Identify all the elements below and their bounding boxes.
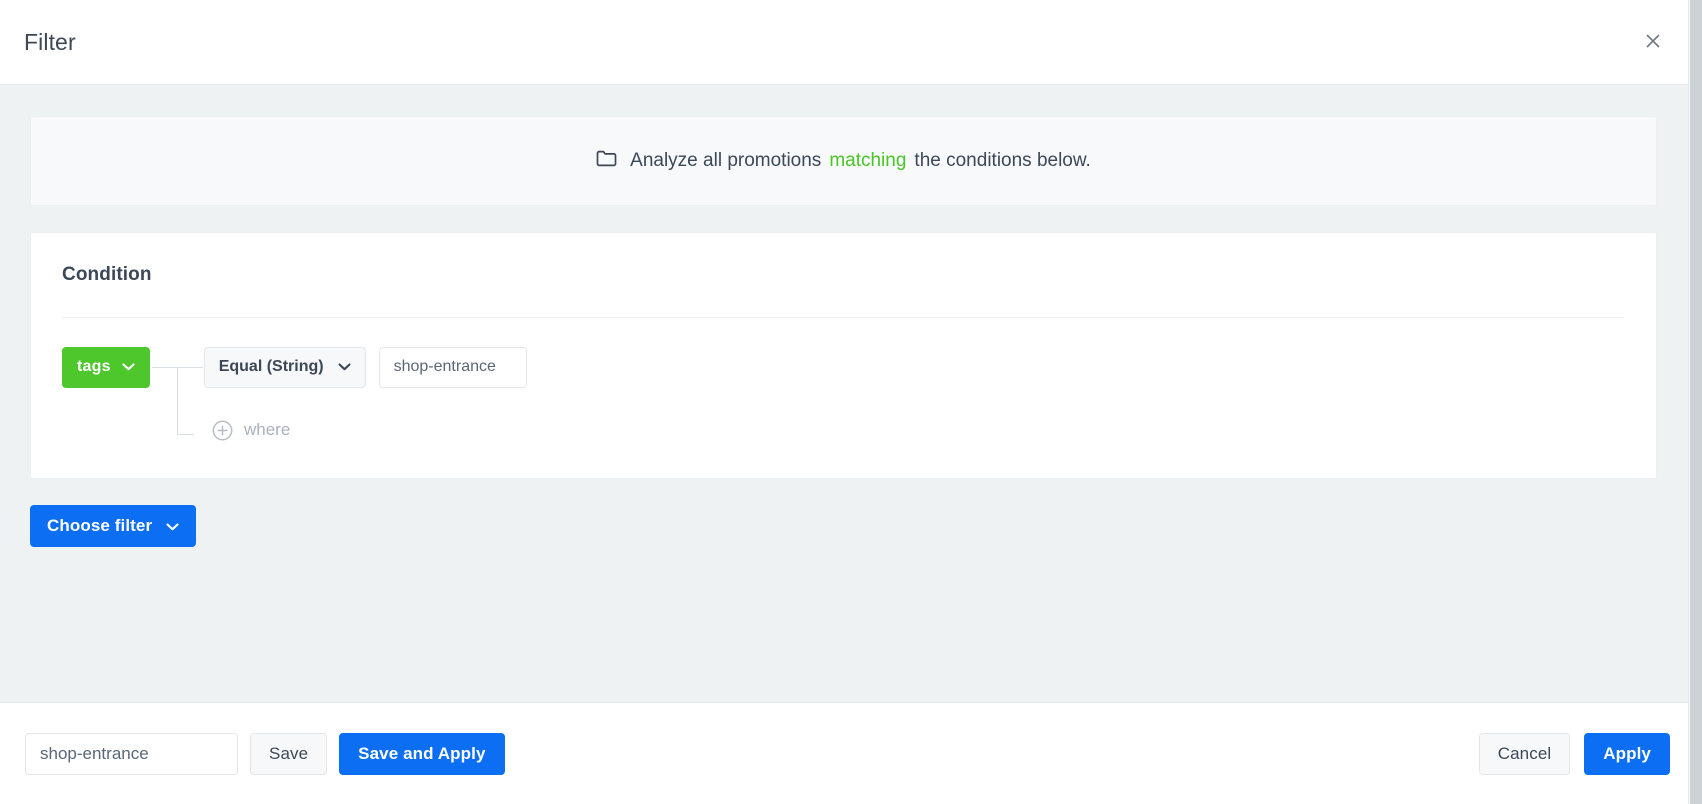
condition-value-input[interactable] [378,346,527,388]
field-selector-tags[interactable]: tags [62,346,150,388]
dialog-footer: Save Save and Apply Cancel Apply [0,702,1702,804]
rule-row: tags Equal (String) [62,346,1624,435]
close-button[interactable] [1636,25,1670,59]
vertical-scrollbar[interactable] [1688,0,1702,804]
filter-name-input[interactable] [25,732,238,775]
chevron-down-icon [122,358,135,376]
banner-content: Analyze all promotions matching the cond… [596,149,1091,174]
folder-icon [596,149,617,174]
banner-highlight: matching [829,150,907,171]
connector-foot-line [176,433,194,435]
operator-select[interactable]: Equal (String) [203,346,366,388]
dialog-header: Filter [0,0,1702,85]
chevron-down-icon [166,516,179,536]
connector-vertical-line [176,366,178,434]
choose-filter-button[interactable]: Choose filter [30,505,197,547]
close-icon [1643,31,1663,54]
footer-right-group: Cancel Apply [1478,732,1670,775]
dialog-body: Analyze all promotions matching the cond… [0,85,1702,702]
scrollbar-thumb[interactable] [1690,0,1702,804]
cancel-button[interactable]: Cancel [1478,732,1571,775]
banner-text-before: Analyze all promotions [630,150,822,171]
save-and-apply-button[interactable]: Save and Apply [339,732,505,775]
apply-button[interactable]: Apply [1584,732,1670,775]
banner-text: Analyze all promotions matching the cond… [630,150,1091,172]
choose-filter-label: Choose filter [47,516,153,535]
banner-text-after: the conditions below. [914,150,1091,171]
filter-scope-banner: Analyze all promotions matching the cond… [30,116,1657,206]
add-condition-label[interactable]: where [244,420,290,440]
page-title: Filter [24,28,76,55]
condition-card: Condition tags Equal (String) shop-entra… [30,232,1657,479]
rule-connector [150,347,204,435]
chevron-down-icon [338,358,351,376]
rule-tree: tags Equal (String) shop-entrance where [62,318,1624,447]
field-selector-label: tags [77,358,111,375]
save-button[interactable]: Save [250,732,328,775]
add-condition-row[interactable]: where [212,413,1624,447]
condition-title: Condition [62,264,152,285]
footer-left-group: Save Save and Apply [25,732,505,775]
filter-dialog: Filter Analyze all promotions matching t… [0,0,1702,804]
plus-circle-icon[interactable] [212,420,233,441]
operator-select-label: Equal (String) [218,358,324,375]
